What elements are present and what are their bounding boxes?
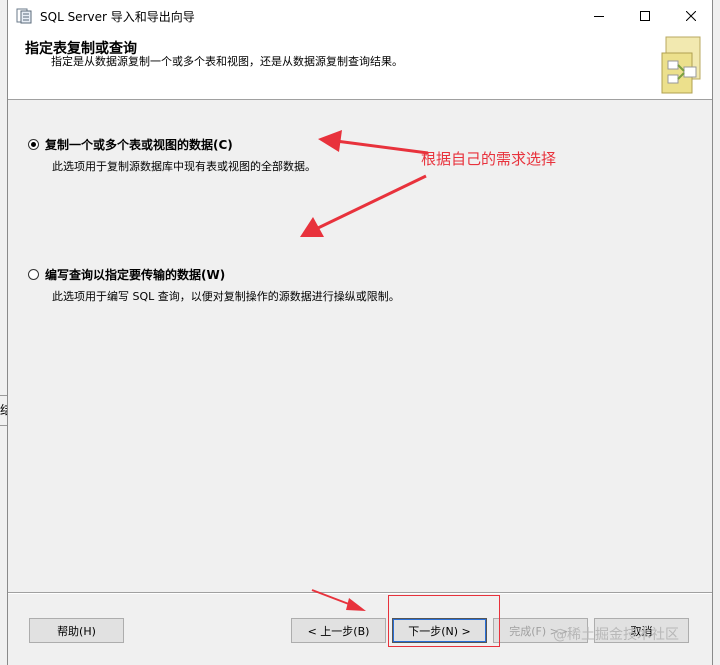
title-bar[interactable]: SQL Server 导入和导出向导 bbox=[8, 0, 712, 31]
radio-copy-tables[interactable] bbox=[28, 139, 39, 150]
next-button-highlight bbox=[388, 595, 500, 647]
maximize-button[interactable] bbox=[622, 0, 668, 31]
option-copy-tables[interactable]: 复制一个或多个表或视图的数据(C) bbox=[28, 136, 233, 153]
help-button[interactable]: 帮助(H) bbox=[29, 618, 124, 643]
wizard-header: 指定表复制或查询 指定是从数据源复制一个或多个表和视图，还是从数据源复制查询结果… bbox=[8, 31, 712, 100]
option-copy-tables-description: 此选项用于复制源数据库中现有表或视图的全部数据。 bbox=[52, 160, 316, 173]
maximize-icon bbox=[640, 10, 650, 21]
option-write-query-description: 此选项用于编写 SQL 查询，以便对复制操作的源数据进行操纵或限制。 bbox=[52, 290, 400, 303]
option-copy-tables-label[interactable]: 复制一个或多个表或视图的数据(C) bbox=[45, 136, 233, 153]
close-icon bbox=[686, 10, 696, 21]
back-button[interactable]: < 上一步(B) bbox=[291, 618, 386, 643]
window-title: SQL Server 导入和导出向导 bbox=[40, 10, 195, 24]
option-write-query-label[interactable]: 编写查询以指定要传输的数据(W) bbox=[45, 266, 225, 283]
footer-divider bbox=[8, 592, 712, 594]
wizard-graphic-icon bbox=[661, 36, 701, 94]
page-description: 指定是从数据源复制一个或多个表和视图，还是从数据源复制查询结果。 bbox=[51, 55, 403, 68]
wizard-window: SQL Server 导入和导出向导 指定表复制或查询 指定是从数据源复制一个或… bbox=[7, 0, 713, 665]
options-panel: 复制一个或多个表或视图的数据(C) 此选项用于复制源数据库中现有表或视图的全部数… bbox=[8, 100, 712, 577]
background-divider bbox=[0, 425, 7, 426]
minimize-button[interactable] bbox=[576, 0, 622, 31]
annotation-note: 根据自己的需求选择 bbox=[421, 150, 557, 168]
option-write-query[interactable]: 编写查询以指定要传输的数据(W) bbox=[28, 266, 225, 283]
minimize-icon bbox=[594, 15, 604, 17]
wizard-app-icon bbox=[16, 8, 32, 24]
close-button[interactable] bbox=[668, 0, 714, 31]
radio-write-query[interactable] bbox=[28, 269, 39, 280]
background-divider bbox=[0, 395, 7, 396]
watermark: @稀土掘金技术社区 bbox=[553, 627, 679, 643]
